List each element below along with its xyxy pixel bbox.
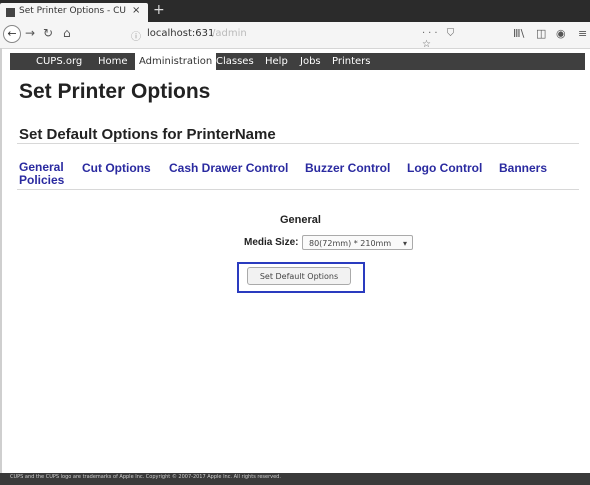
page-subtitle: Set Default Options for PrinterName bbox=[19, 126, 276, 143]
library-icon[interactable]: Ⅲ\ bbox=[513, 27, 524, 40]
menu-icon[interactable]: ≡ bbox=[578, 27, 587, 40]
nav-classes[interactable]: Classes bbox=[216, 53, 254, 70]
browser-tab[interactable]: Set Printer Options - CU × bbox=[0, 3, 148, 22]
nav-jobs[interactable]: Jobs bbox=[300, 53, 321, 70]
browser-nav-bar: ← → ↻ ⌂ ⓘ localhost:631 /admin ··· ⛉ ☆ Ⅲ… bbox=[0, 22, 590, 50]
media-size-label: Media Size: bbox=[244, 237, 299, 248]
tab-banners[interactable]: Banners bbox=[499, 161, 547, 175]
new-tab-icon[interactable]: + bbox=[153, 2, 165, 18]
back-arrow-icon[interactable]: ← bbox=[3, 25, 21, 43]
nav-home[interactable]: Home bbox=[98, 53, 128, 70]
tab-general-policies[interactable]: General Policies bbox=[19, 161, 69, 187]
divider bbox=[17, 143, 579, 144]
extension-icon[interactable]: ◉ bbox=[556, 27, 566, 40]
nav-printers[interactable]: Printers bbox=[332, 53, 370, 70]
info-icon[interactable]: ⓘ bbox=[131, 28, 141, 43]
url-path: /admin bbox=[212, 28, 247, 39]
close-tab-icon[interactable]: × bbox=[132, 5, 140, 16]
media-size-select[interactable]: 80(72mm) * 210mm ▾ bbox=[302, 235, 413, 250]
home-icon[interactable]: ⌂ bbox=[63, 26, 71, 40]
sidebar-icon[interactable]: ◫ bbox=[536, 27, 546, 40]
footer: CUPS and the CUPS logo are trademarks of… bbox=[0, 473, 590, 485]
reload-icon[interactable]: ↻ bbox=[43, 26, 53, 40]
media-size-value: 80(72mm) * 210mm bbox=[309, 239, 392, 248]
cups-nav: CUPS.org Home Administration Classes Hel… bbox=[10, 53, 585, 70]
nav-administration[interactable]: Administration bbox=[135, 53, 217, 70]
left-edge-divider bbox=[0, 48, 2, 473]
section-heading: General bbox=[280, 214, 321, 226]
nav-cups-org[interactable]: CUPS.org bbox=[36, 53, 82, 70]
nav-help[interactable]: Help bbox=[265, 53, 288, 70]
divider bbox=[17, 189, 579, 190]
page-title: Set Printer Options bbox=[19, 80, 211, 103]
tab-logo-control[interactable]: Logo Control bbox=[407, 161, 482, 175]
url-host: localhost:631 bbox=[147, 28, 215, 39]
url-bar[interactable]: ⓘ localhost:631 /admin ··· ⛉ ☆ bbox=[127, 27, 472, 50]
footer-text: CUPS and the CUPS logo are trademarks of… bbox=[10, 474, 281, 480]
page-actions-icon[interactable]: ··· ⛉ ☆ bbox=[422, 28, 472, 50]
chevron-down-icon: ▾ bbox=[402, 239, 407, 248]
tab-cash-drawer-control[interactable]: Cash Drawer Control bbox=[169, 161, 288, 175]
tab-buzzer-control[interactable]: Buzzer Control bbox=[305, 161, 390, 175]
browser-tab-bar: Set Printer Options - CU × + bbox=[0, 0, 590, 22]
tab-title: Set Printer Options - CU bbox=[19, 6, 127, 16]
set-default-options-button[interactable]: Set Default Options bbox=[247, 267, 351, 285]
tab-cut-options[interactable]: Cut Options bbox=[82, 161, 151, 175]
cups-favicon-icon bbox=[6, 8, 15, 17]
forward-arrow-icon[interactable]: → bbox=[25, 26, 35, 40]
